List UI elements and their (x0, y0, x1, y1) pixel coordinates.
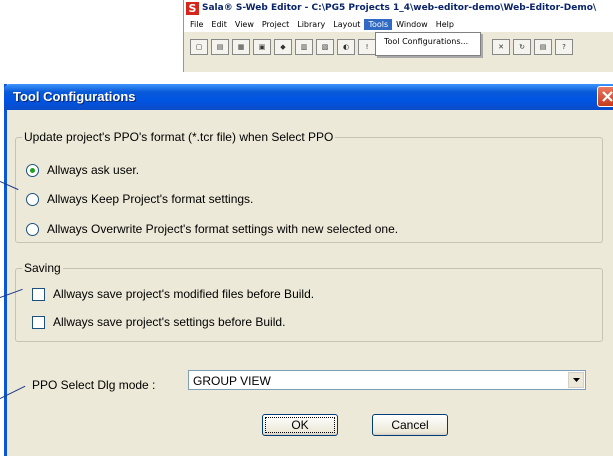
checkbox-save-modified-files[interactable]: Allways save project's modified files be… (32, 287, 314, 301)
ppo-select-mode-dropdown[interactable]: GROUP VIEW (188, 370, 586, 390)
radio-button[interactable] (26, 222, 39, 236)
checkbox-save-modified-files-label: Allways save project's modified files be… (53, 287, 315, 301)
radio-overwrite-format[interactable]: Allways Overwrite Project's format setti… (26, 222, 398, 236)
menu-window[interactable]: Window (392, 19, 432, 30)
menu-tools[interactable]: Tools (364, 18, 393, 30)
checkbox-box[interactable] (32, 315, 45, 329)
saving-groupbox: Saving (15, 261, 603, 342)
menu-library[interactable]: Library (293, 19, 329, 30)
ppo-icon[interactable]: ▣ (253, 39, 271, 55)
checkbox-box[interactable] (32, 287, 45, 301)
dialog-title: Tool Configurations (13, 89, 136, 104)
close-button[interactable] (597, 86, 613, 107)
dropdown-arrow-button[interactable] (568, 372, 584, 388)
app-title: Sala® S-Web Editor - C:\PG5 Projects 1_4… (202, 3, 597, 13)
radio-button-checked[interactable] (26, 163, 39, 177)
radio-overwrite-format-label: Allways Overwrite Project's format setti… (47, 222, 399, 236)
menu-file[interactable]: File (186, 19, 207, 30)
build-icon[interactable]: ▦ (232, 39, 250, 55)
menu-item-tool-configurations[interactable]: Tool Configurations... (376, 33, 480, 50)
ppo-select-mode-label: PPO Select Dlg mode : (32, 378, 156, 392)
view-icon[interactable]: ▥ (295, 39, 313, 55)
keyboard-icon[interactable]: ▧ (316, 39, 334, 55)
refresh-icon[interactable]: ↻ (513, 39, 531, 55)
tool-configurations-dialog: Tool Configurations Update project's PPO… (4, 84, 613, 456)
radio-keep-format[interactable]: Allways Keep Project's format settings. (26, 192, 253, 206)
print-icon[interactable]: ▤ (534, 39, 552, 55)
checkbox-save-settings[interactable]: Allways save project's settings before B… (32, 315, 285, 329)
radio-ask-user[interactable]: Allways ask user. (26, 163, 139, 177)
menu-project[interactable]: Project (258, 19, 293, 30)
app-titlebar: S Sala® S-Web Editor - C:\PG5 Projects 1… (184, 0, 613, 16)
dialog-titlebar[interactable]: Tool Configurations (4, 84, 613, 110)
ppo-format-group-label: Update project's PPO's format (*.tcr fil… (22, 130, 336, 144)
cancel-button[interactable]: Cancel (372, 414, 448, 436)
menu-layout[interactable]: Layout (329, 19, 364, 30)
background-app-window: S Sala® S-Web Editor - C:\PG5 Projects 1… (183, 0, 613, 72)
menu-view[interactable]: View (231, 19, 258, 30)
radio-button[interactable] (26, 192, 39, 206)
menu-help[interactable]: Help (432, 19, 458, 30)
chevron-down-icon (573, 378, 580, 382)
app-menubar: File Edit View Project Library Layout To… (184, 16, 613, 32)
open-folder-icon[interactable]: ▤ (211, 39, 229, 55)
app-logo-icon: S (186, 1, 199, 15)
help-icon[interactable]: ? (555, 39, 573, 55)
ppo-select-mode-value: GROUP VIEW (193, 374, 271, 388)
close-icon (602, 91, 613, 102)
ok-button[interactable]: OK (262, 414, 338, 436)
menu-edit[interactable]: Edit (207, 19, 231, 30)
tool-icon[interactable]: ◆ (274, 39, 292, 55)
close-doc-icon[interactable]: ✕ (492, 39, 510, 55)
user-icon[interactable]: ◐ (337, 39, 355, 55)
new-file-icon[interactable]: ▢ (190, 39, 208, 55)
tools-dropdown-menu: Tool Configurations... (375, 32, 481, 56)
warning-icon[interactable]: ! (358, 39, 376, 55)
checkbox-save-settings-label: Allways save project's settings before B… (53, 315, 286, 329)
radio-ask-user-label: Allways ask user. (47, 163, 140, 177)
radio-keep-format-label: Allways Keep Project's format settings. (47, 192, 254, 206)
saving-group-label: Saving (22, 261, 63, 275)
